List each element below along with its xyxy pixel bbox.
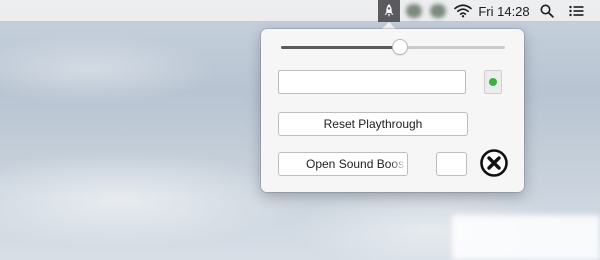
menu-clock[interactable]: Fri 14:28: [478, 0, 530, 22]
blurred-status-icon[interactable]: [404, 0, 424, 22]
volume-slider-fill: [281, 46, 400, 49]
search-icon[interactable]: [538, 0, 556, 22]
desktop-cloud-highlight: [452, 215, 600, 260]
blurred-status-icon[interactable]: [428, 0, 448, 22]
document-icon[interactable]: [484, 70, 502, 94]
close-circle-icon[interactable]: [480, 149, 508, 177]
list-icon[interactable]: [566, 0, 586, 22]
rocket-icon[interactable]: [378, 0, 400, 22]
volume-slider-thumb[interactable]: [392, 40, 407, 54]
menu-bar: Fri 14:28: [0, 0, 600, 22]
small-input-box[interactable]: [436, 152, 467, 176]
reset-playthrough-button[interactable]: Reset Playthrough: [278, 112, 468, 136]
volume-slider[interactable]: [281, 40, 505, 54]
device-text-field[interactable]: [278, 70, 466, 94]
sound-popover: Reset Playthrough Open Sound Boos: [261, 29, 524, 192]
wifi-icon[interactable]: [452, 0, 474, 22]
status-dot-icon: [489, 78, 497, 86]
open-sound-booster-button[interactable]: Open Sound Boos: [278, 152, 408, 176]
